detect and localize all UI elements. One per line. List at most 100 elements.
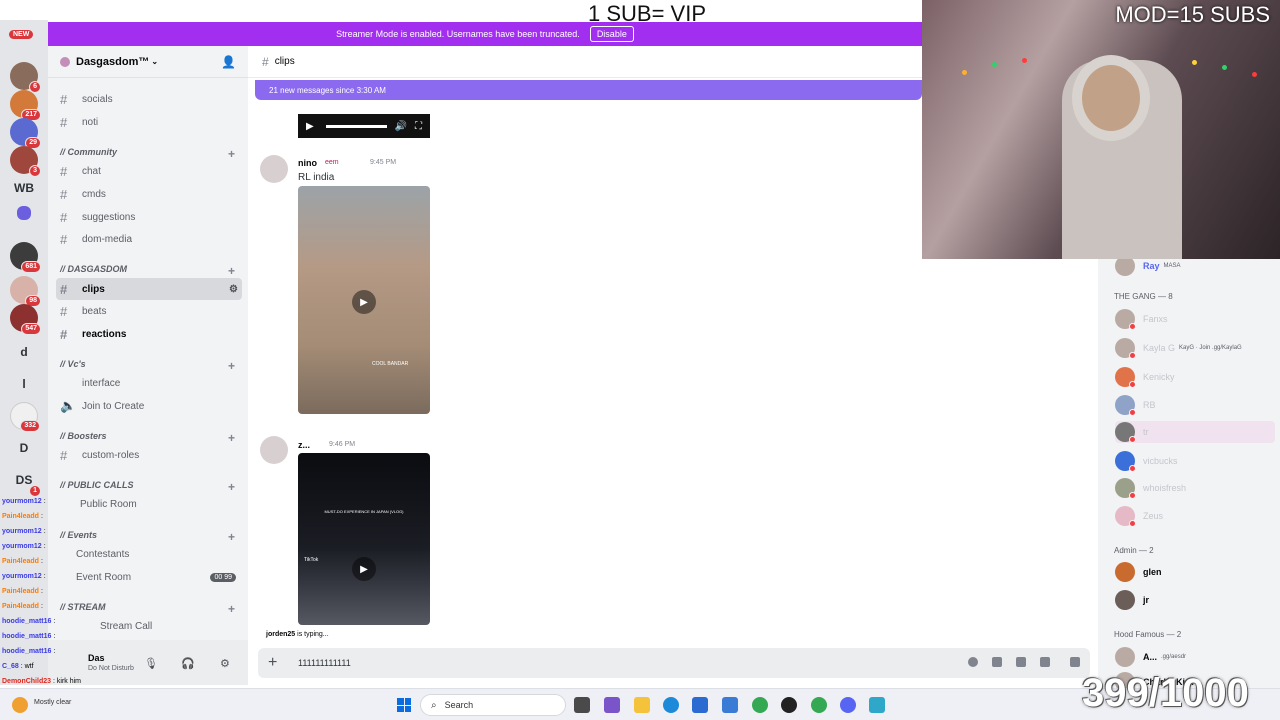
app-icon[interactable] [722,697,738,713]
settings-gear-icon[interactable]: ⚙ [220,657,230,670]
add-channel-icon[interactable]: + [228,147,235,161]
channel-suggestions[interactable]: # suggestions [56,206,242,228]
add-channel-icon[interactable]: + [228,530,235,544]
taskbar-search[interactable]: ⌕ Search [420,694,566,716]
store-icon[interactable] [692,697,708,713]
message-author[interactable]: nino [298,158,317,168]
category-boosters[interactable]: // Boosters + [60,431,235,445]
new-messages-bar[interactable]: 21 new messages since 3:30 AM [255,80,922,100]
message-composer[interactable]: + 111111111111 [258,648,1090,678]
voice-channel-join-to-create[interactable]: 🔈 Join to Create [56,395,242,417]
member-item[interactable]: A... .gg/aesdr [1115,646,1186,668]
channel-custom-roles[interactable]: # custom-roles [56,444,242,466]
add-channel-icon[interactable]: + [228,602,235,616]
edge-icon[interactable] [663,697,679,713]
member-item[interactable]: Kenicky [1115,366,1175,388]
discord-icon[interactable] [840,697,856,713]
disable-button[interactable]: Disable [589,26,634,42]
server-icon[interactable]: 681 [10,242,41,273]
channel-socials[interactable]: # socials [56,88,242,110]
add-channel-icon[interactable]: + [228,480,235,494]
channel-noti[interactable]: # noti [56,111,242,133]
category-vcs[interactable]: // Vc's + [60,359,235,373]
member-item[interactable]: Fanxs [1115,308,1168,330]
weather-icon[interactable] [12,697,28,713]
volume-icon[interactable]: 🔊 [395,121,407,132]
chrome-icon[interactable] [811,697,827,713]
weather-text[interactable]: Mostly clear [34,699,71,706]
invite-people-icon[interactable]: 👤 [221,55,236,69]
category-dasgasdom[interactable]: // DASGASDOM + [60,264,235,278]
progress-track[interactable] [325,124,387,128]
member-item[interactable]: vicbucks [1115,450,1178,472]
video-attachment[interactable]: ▶ COOL BANDAR [298,186,430,414]
voice-channel-public-room[interactable]: Public Room [80,493,242,515]
server-icon-wb[interactable]: WB [10,174,38,202]
add-channel-icon[interactable]: + [228,264,235,278]
file-explorer-icon[interactable] [634,697,650,713]
image-icon[interactable] [1040,657,1050,667]
channel-beats[interactable]: # beats [56,300,242,322]
play-icon[interactable]: ▶ [352,557,376,581]
avatar[interactable] [260,436,288,464]
add-channel-icon[interactable]: + [228,359,235,373]
server-icon-l[interactable]: l [10,370,38,398]
fullscreen-icon[interactable]: ⛶ [415,121,422,132]
voice-channel-contestants[interactable]: Contestants [76,543,242,565]
member-item[interactable]: RB [1115,394,1156,416]
task-view-icon[interactable] [574,697,590,713]
server-icon[interactable]: 332 [10,402,40,432]
gift-icon[interactable] [1070,657,1080,667]
gif-icon[interactable] [992,657,1002,667]
channel-reactions[interactable]: # reactions [56,323,242,345]
microphone-icon[interactable]: 🎙 [144,657,158,670]
member-item[interactable]: tr [1115,421,1275,443]
voice-channel-stream-call[interactable]: Stream Call [100,615,242,637]
server-icon[interactable]: 547 [10,304,41,335]
member-item[interactable]: Zeus [1115,505,1163,527]
category-events[interactable]: // Events + [60,530,235,544]
server-icon-ds[interactable]: DS 1 [10,466,41,497]
server-icon[interactable]: 217 [10,90,41,121]
app-icon[interactable] [781,697,797,713]
member-item[interactable]: Kayla G KayG · Join .gg/KaylaG [1115,337,1242,359]
message-author[interactable]: z... [298,440,310,450]
message-input[interactable]: 111111111111 [298,658,351,668]
server-icon-d[interactable]: d [10,338,38,366]
windows-start-icon[interactable] [397,698,411,712]
headphones-icon[interactable]: 🎧 [181,657,195,670]
channel-interface[interactable]: #interface [56,372,242,394]
server-header[interactable]: Dasgasdom™ ⌄ 👤 [48,46,248,78]
play-icon[interactable]: ▶ [306,121,314,132]
video-player-controls[interactable]: ▶ 🔊 ⛶ [298,114,430,138]
role-tag: eem [325,159,339,166]
category-stream[interactable]: // STREAM + [60,602,235,616]
add-channel-icon[interactable]: + [228,431,235,445]
server-icon[interactable]: 3 [10,146,41,177]
channel-cmds[interactable]: # cmds [56,183,242,205]
member-item[interactable]: jr [1115,589,1149,611]
server-folder-icon[interactable] [17,206,31,220]
channel-settings-gear-icon[interactable]: ⚙ [229,284,238,295]
member-item[interactable]: glen [1115,561,1162,583]
category-public-calls[interactable]: // PUBLIC CALLS + [60,480,235,494]
notepad-icon[interactable] [869,697,885,713]
add-attachment-icon[interactable]: + [268,654,277,672]
video-attachment[interactable]: MUST-DO EXPERIENCE IN JAPAN (VLOG) TikTo… [298,453,430,625]
member-item[interactable]: whoisfresh [1115,477,1186,499]
channel-clips[interactable]: # clips ⚙ [56,278,242,300]
chrome-icon[interactable] [752,697,768,713]
play-icon[interactable]: ▶ [352,290,376,314]
channel-dom-media[interactable]: # dom-media [56,228,242,250]
app-icon[interactable] [968,657,978,667]
avatar[interactable] [260,155,288,183]
sticker-icon[interactable] [1016,657,1026,667]
server-icon[interactable]: 6 [10,62,41,93]
channel-chat[interactable]: # chat [56,160,242,182]
server-icon[interactable]: 98 [10,276,41,307]
category-community[interactable]: // Community + [60,147,235,161]
voice-channel-event-room[interactable]: Event Room 00 99 [76,566,242,588]
server-icon-D[interactable]: D [10,434,38,462]
server-icon[interactable]: 29 [10,118,41,149]
app-icon[interactable] [604,697,620,713]
